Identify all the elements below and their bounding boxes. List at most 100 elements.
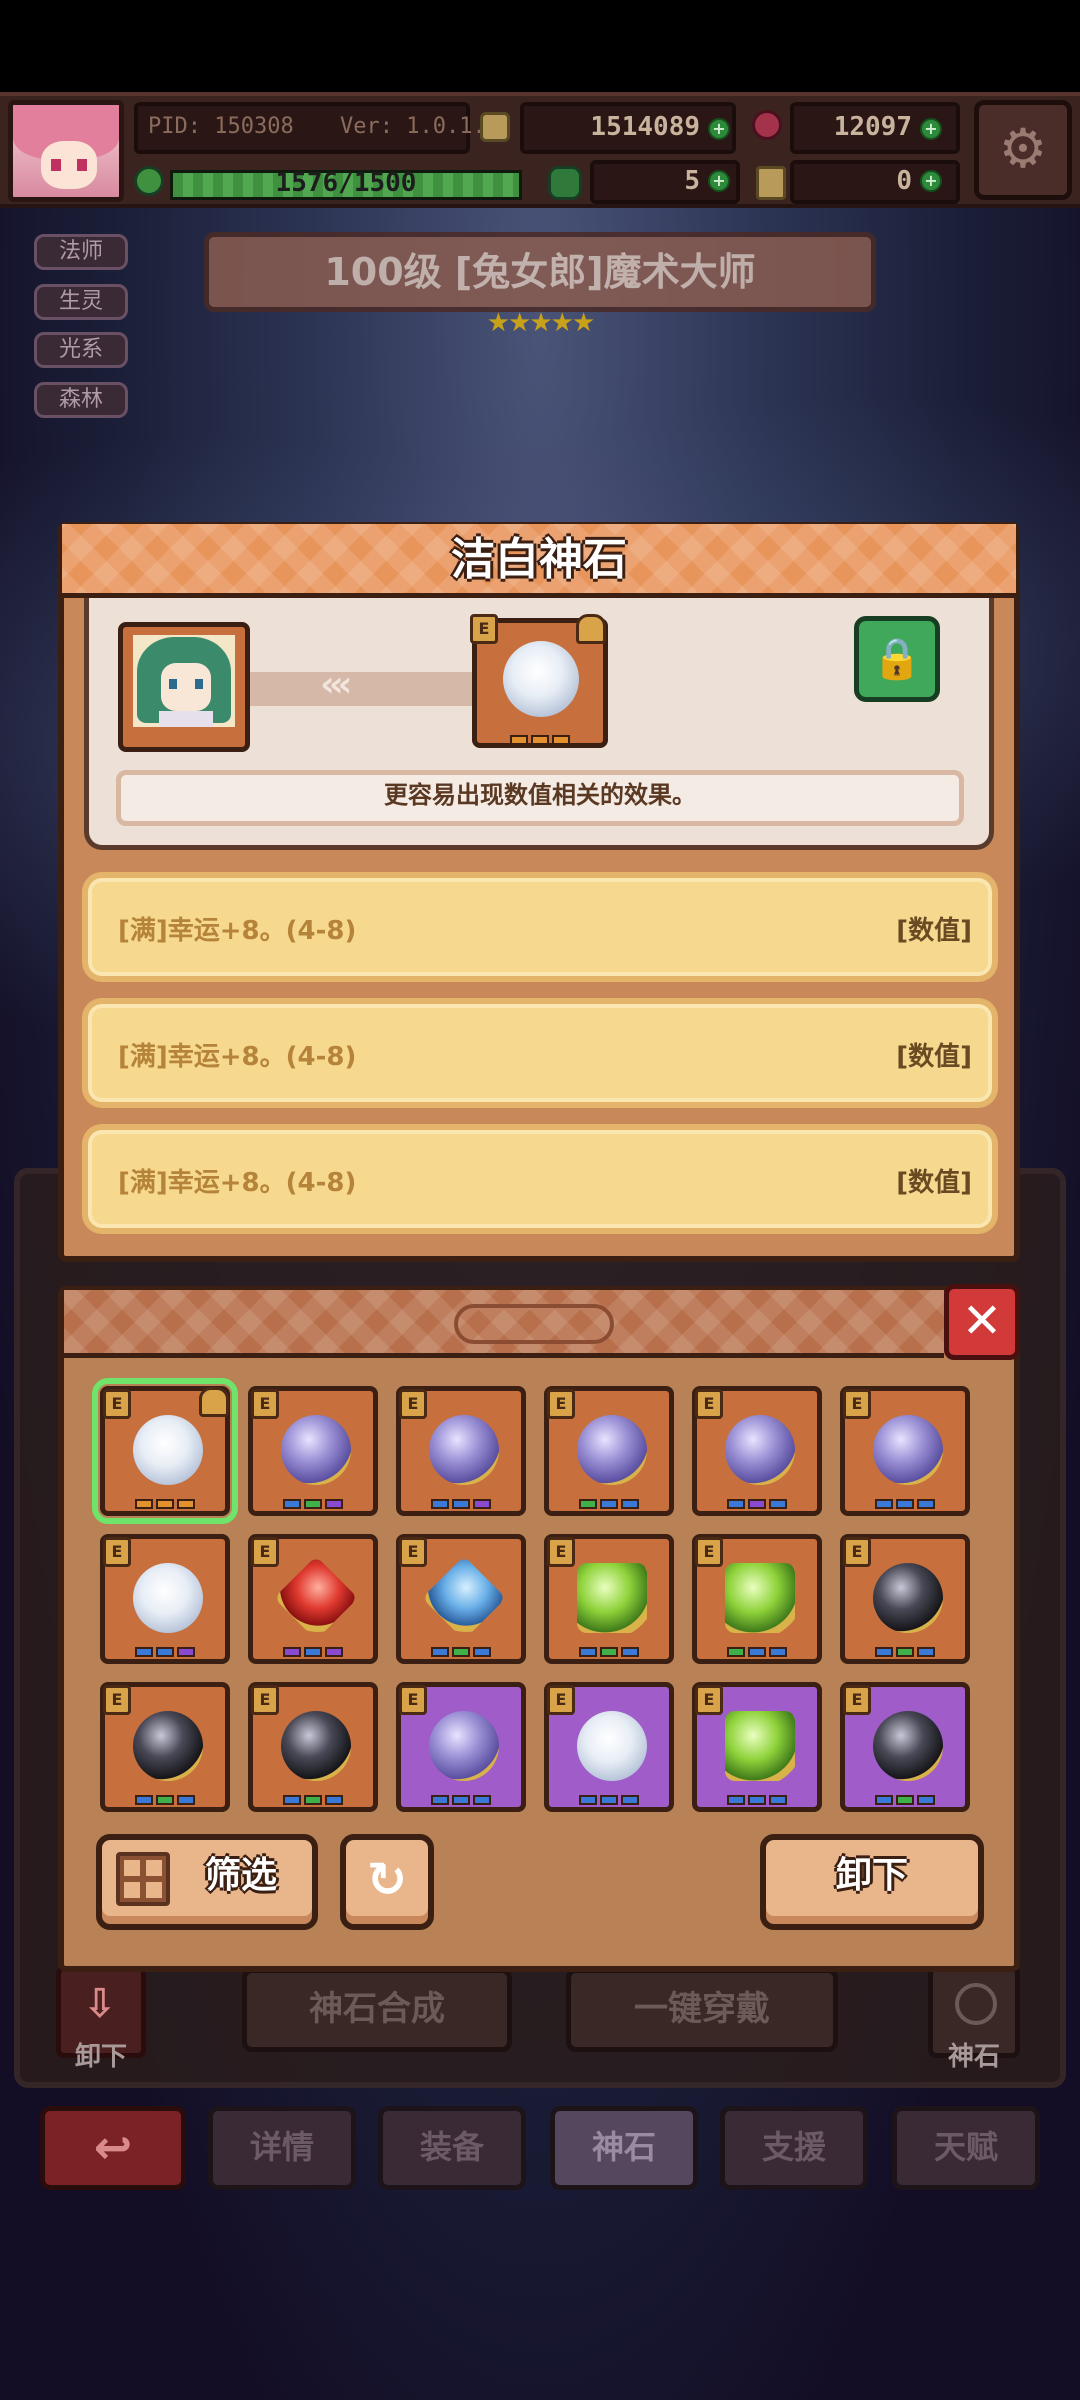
quality-dot: [135, 1795, 153, 1805]
player-avatar[interactable]: [8, 100, 124, 202]
bg-equip-all-button: 一键穿戴: [566, 1968, 838, 2052]
version-text: Ver: 1.0.1.5: [340, 114, 499, 139]
gem-slot[interactable]: E: [840, 1682, 970, 1812]
gem-outline-icon: [955, 1983, 997, 2025]
violet-gem-icon: [429, 1415, 499, 1485]
tab-talent[interactable]: 天赋: [892, 2106, 1040, 2190]
gem-slot[interactable]: E: [92, 1378, 238, 1524]
dialog-title: 洁白神石: [451, 534, 627, 585]
gems-plus-icon[interactable]: +: [920, 118, 942, 140]
equip-badge: E: [695, 1389, 723, 1419]
quality-dot: [452, 1647, 470, 1657]
quality-dot: [177, 1647, 195, 1657]
quality-dot: [135, 1647, 153, 1657]
quality-dot: [156, 1795, 174, 1805]
avatar-eye: [77, 159, 87, 171]
gem-slot[interactable]: E: [544, 1682, 674, 1812]
back-button[interactable]: ↩: [40, 2106, 186, 2190]
violet-gem-icon: [873, 1415, 943, 1485]
tag-race: 生灵: [34, 284, 128, 320]
white-gem-icon: [133, 1563, 203, 1633]
close-icon: ✕: [961, 1293, 1003, 1349]
gem-slot[interactable]: E: [692, 1386, 822, 1516]
gem-quality-dots: [697, 1795, 817, 1805]
settings-button[interactable]: ⚙: [974, 100, 1072, 200]
refresh-icon: ↻: [366, 1852, 408, 1908]
gem-quality-dots: [105, 1647, 225, 1657]
close-button[interactable]: ✕: [944, 1284, 1020, 1360]
pid-text: PID: 150308: [148, 114, 294, 139]
gem-quality-dots: [549, 1499, 669, 1509]
gem-slot[interactable]: E: [840, 1534, 970, 1664]
tab-support[interactable]: 支援: [720, 2106, 868, 2190]
inventory-header: [64, 1290, 944, 1358]
quality-dot: [748, 1647, 766, 1657]
tab-equipment[interactable]: 装备: [378, 2106, 526, 2190]
bg-gem-synthesis-button: 神石合成: [242, 1968, 512, 2052]
gem-slot[interactable]: E: [692, 1534, 822, 1664]
quality-dot: [473, 1647, 491, 1657]
quality-dot: [579, 1647, 597, 1657]
gem-slot[interactable]: E: [396, 1682, 526, 1812]
gem-slot[interactable]: E: [248, 1534, 378, 1664]
tab-gems[interactable]: 神石: [550, 2106, 698, 2190]
gem-slot[interactable]: E: [396, 1386, 526, 1516]
header-ornament: [454, 1304, 614, 1344]
gem-slot[interactable]: E: [544, 1534, 674, 1664]
gem-slot[interactable]: E: [396, 1534, 526, 1664]
quality-dot: [325, 1795, 343, 1805]
quality-dot: [156, 1499, 174, 1509]
quality-dot: [304, 1499, 322, 1509]
status-bar: [0, 0, 1080, 92]
green-gem-icon: [577, 1563, 647, 1633]
black-gem-icon: [281, 1711, 351, 1781]
gem-quality-dots: [401, 1647, 521, 1657]
quality-dot: [917, 1647, 935, 1657]
gems-count: 12097: [833, 112, 912, 142]
lock-icon: 🔒: [872, 636, 922, 682]
equip-badge: E: [251, 1389, 279, 1419]
xp-icon: [134, 166, 164, 196]
hammer-count: 0: [896, 166, 912, 196]
quality-dot: [431, 1795, 449, 1805]
gem-quality-dots: [697, 1499, 817, 1509]
gold-plus-icon[interactable]: +: [708, 118, 730, 140]
refresh-button[interactable]: ↻: [340, 1834, 434, 1930]
gem-slot[interactable]: E: [100, 1534, 230, 1664]
portrait-eyes: [169, 679, 203, 689]
gem-quality-dots: [105, 1499, 225, 1509]
effect-row: [满]幸运+8。(4-8) [数值]: [82, 872, 998, 982]
white-gem-icon: [503, 641, 579, 717]
tab-details[interactable]: 详情: [208, 2106, 356, 2190]
quality-dot: [896, 1647, 914, 1657]
quality-dot: [769, 1795, 787, 1805]
quality-dot: [727, 1499, 745, 1509]
gem-slot[interactable]: E: [100, 1682, 230, 1812]
lock-badge-icon: [199, 1387, 229, 1417]
gem-quality-dots: [845, 1499, 965, 1509]
effect-text: [满]幸运+8。(4-8): [118, 1168, 357, 1198]
gem-quality-dots: [401, 1499, 521, 1509]
quality-dot: [600, 1499, 618, 1509]
quality-dot: [875, 1647, 893, 1657]
quality-dot: [452, 1795, 470, 1805]
gem-quality-dots: [401, 1795, 521, 1805]
gem-slot[interactable]: E: [544, 1386, 674, 1516]
gem-slot[interactable]: E: [840, 1386, 970, 1516]
gem-quality-dots: [845, 1795, 965, 1805]
back-arrow-icon: ↩: [93, 2120, 133, 2174]
gem-slot[interactable]: E: [692, 1682, 822, 1812]
lock-toggle-button[interactable]: 🔒: [854, 616, 940, 702]
clover-plus-icon[interactable]: +: [708, 170, 730, 192]
gem-slot[interactable]: E: [248, 1682, 378, 1812]
quality-dot: [917, 1499, 935, 1509]
hammer-plus-icon[interactable]: +: [920, 170, 942, 192]
quality-dot: [283, 1647, 301, 1657]
tag-class: 法师: [34, 234, 128, 270]
equip-badge: E: [251, 1685, 279, 1715]
ruby-icon: [752, 110, 782, 140]
violet-gem-icon: [725, 1415, 795, 1485]
violet-gem-icon: [281, 1415, 351, 1485]
quality-dot: [621, 1499, 639, 1509]
gem-slot[interactable]: E: [248, 1386, 378, 1516]
